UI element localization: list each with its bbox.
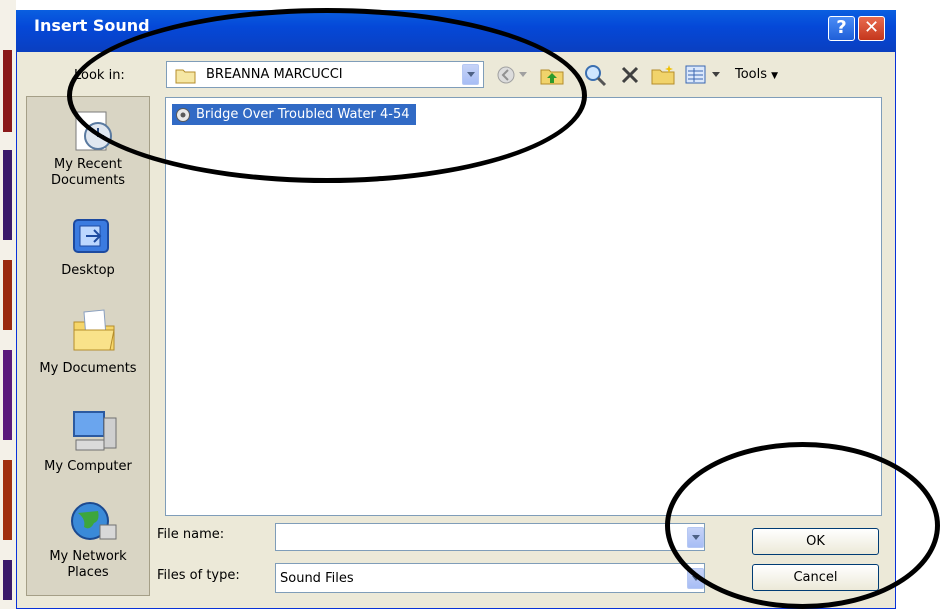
close-button[interactable]: ✕ <box>858 16 885 41</box>
background-window-strip <box>0 0 16 609</box>
look-in-dropdown-button[interactable] <box>462 64 479 85</box>
file-name-text: Bridge Over Troubled Water 4-54 <box>196 107 410 122</box>
file-list-item[interactable]: Bridge Over Troubled Water 4-54 <box>172 104 416 125</box>
folder-icon <box>175 69 196 84</box>
new-folder-icon[interactable] <box>651 64 675 86</box>
cancel-button[interactable]: Cancel <box>752 564 879 591</box>
file-name-input[interactable] <box>275 523 705 551</box>
look-in-value: BREANNA MARCUCCI <box>206 67 343 82</box>
views-icon[interactable] <box>685 65 707 85</box>
place-my-recent-documents[interactable]: My Recent Documents <box>29 157 147 189</box>
sound-file-icon <box>176 108 190 122</box>
file-list[interactable] <box>165 97 882 516</box>
place-my-computer[interactable]: My Computer <box>29 459 147 475</box>
place-my-network-places[interactable]: My Network Places <box>29 549 147 581</box>
tools-label: Tools <box>735 67 768 82</box>
help-button[interactable]: ? <box>828 16 855 41</box>
views-dropdown-icon[interactable] <box>712 72 720 78</box>
file-name-label: File name: <box>157 527 225 542</box>
back-icon[interactable] <box>496 65 516 85</box>
search-web-icon[interactable] <box>583 63 607 87</box>
tools-dropdown-icon: ▼ <box>771 71 779 81</box>
file-name-dropdown-button[interactable] <box>687 527 704 548</box>
files-of-type-value: Sound Files <box>280 571 354 586</box>
up-one-level-icon[interactable] <box>540 64 564 86</box>
my-computer-icon[interactable] <box>70 408 120 456</box>
files-of-type-dropdown-button[interactable] <box>687 568 704 589</box>
back-dropdown-icon[interactable] <box>519 72 527 78</box>
place-my-documents[interactable]: My Documents <box>29 361 147 377</box>
dialog-title: Insert Sound <box>34 16 150 35</box>
look-in-label: Look in: <box>74 68 125 83</box>
recent-documents-icon[interactable] <box>68 106 122 156</box>
tools-menu[interactable]: Tools ▼ <box>735 67 778 82</box>
network-places-icon[interactable] <box>70 499 120 547</box>
ok-button[interactable]: OK <box>752 528 879 555</box>
my-documents-icon[interactable] <box>70 306 120 356</box>
delete-icon[interactable] <box>620 65 640 85</box>
desktop-icon[interactable] <box>70 216 114 258</box>
files-of-type-label: Files of type: <box>157 568 240 583</box>
place-desktop[interactable]: Desktop <box>29 263 147 279</box>
